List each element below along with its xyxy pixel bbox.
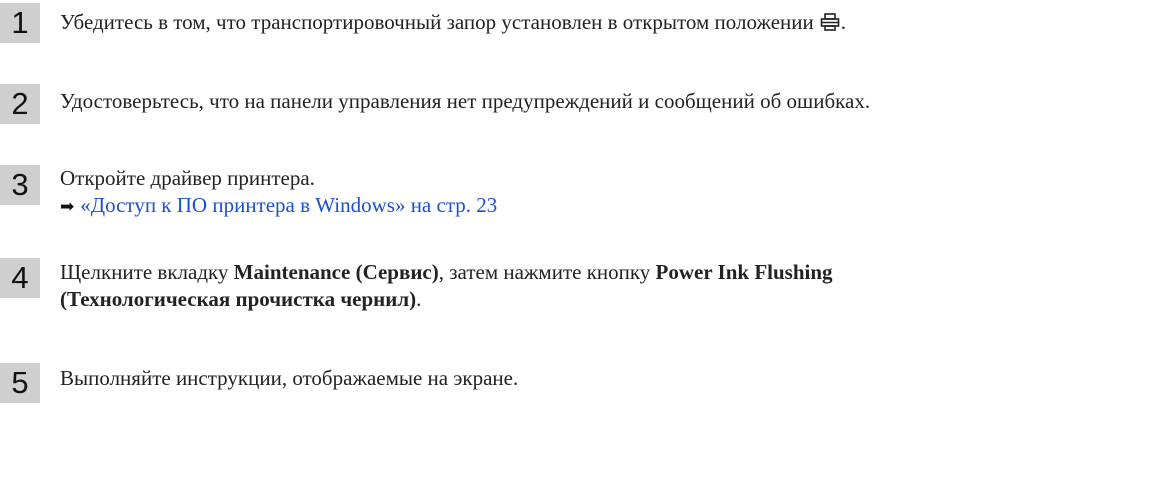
step-4-text-2: , затем нажмите кнопку: [438, 260, 656, 284]
power-ink-flushing-label-ru: (Технологическая прочистка чернил): [60, 287, 417, 311]
step-1-text: Убедитесь в том, что транспортировочный …: [60, 10, 814, 34]
printer-unlock-icon: [820, 11, 840, 38]
step-text: Откройте драйвер принтера. ➡ «Доступ к ПО…: [60, 165, 1165, 221]
step-5-text: Выполняйте инструкции, отображаемые на э…: [60, 366, 519, 390]
step-text: Убедитесь в том, что транспортировочный …: [60, 9, 1165, 38]
step-number-badge: 2: [0, 84, 40, 124]
power-ink-flushing-label: Power Ink Flushing: [655, 260, 833, 284]
step-number-badge: 5: [0, 363, 40, 403]
step-number-badge: 3: [0, 165, 40, 205]
link-text[interactable]: «Доступ к ПО принтера в Windows» на стр.…: [80, 193, 497, 217]
cross-reference-link[interactable]: ➡ «Доступ к ПО принтера в Windows» на стр…: [60, 192, 1165, 221]
maintenance-tab-label: Maintenance (Сервис): [233, 260, 439, 284]
step-4-text-3: .: [416, 287, 422, 311]
step-4-text-1: Щелкните вкладку: [60, 260, 234, 284]
step-text: Удостоверьтесь, что на панели управления…: [60, 88, 1165, 115]
step-number-badge: 4: [0, 258, 40, 298]
step-2-text: Удостоверьтесь, что на панели управления…: [60, 89, 871, 113]
step-3-text: Откройте драйвер принтера.: [60, 166, 315, 190]
arrow-right-icon: ➡: [60, 197, 75, 217]
step-number-badge: 1: [0, 3, 40, 43]
step-text: Выполняйте инструкции, отображаемые на э…: [60, 365, 1165, 392]
instruction-steps: 1 Убедитесь в том, что транспортировочны…: [0, 0, 1170, 477]
step-text: Щелкните вкладку Maintenance (Сервис), з…: [60, 259, 1165, 313]
step-1-text-end: .: [840, 10, 846, 34]
